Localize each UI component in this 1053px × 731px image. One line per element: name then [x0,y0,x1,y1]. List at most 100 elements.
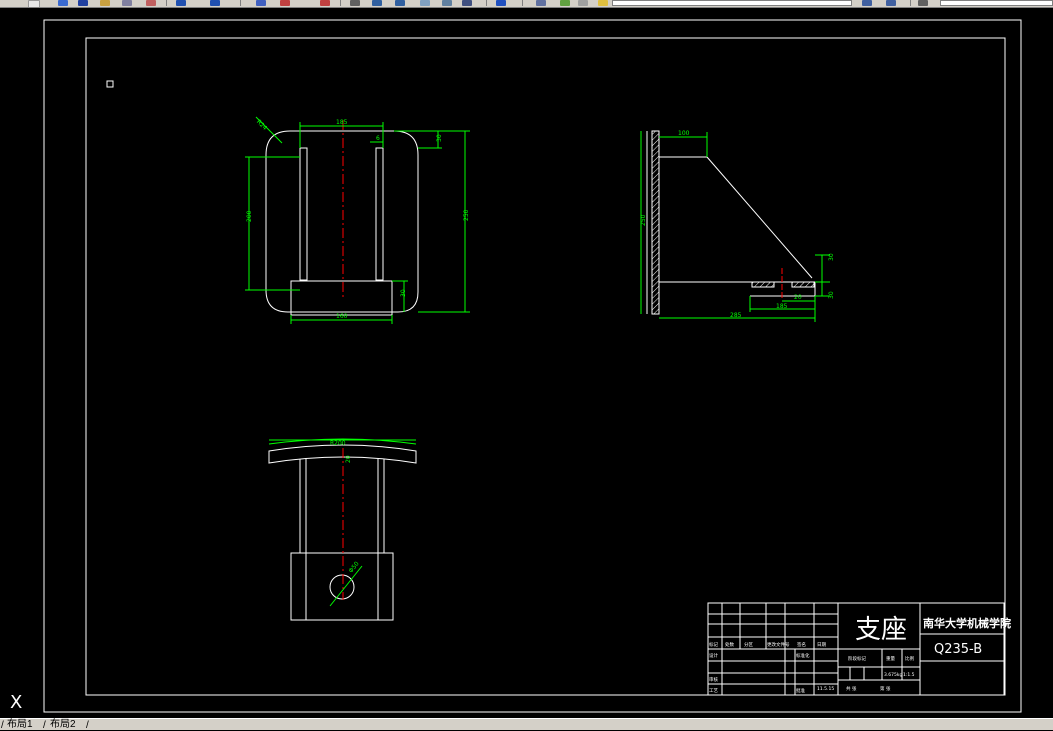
front-outer-outline [265,130,419,313]
label-gengai: 更改文件号 [767,641,790,648]
label-gong: 共 张 [846,685,857,692]
label-zhongliang: 重量 [886,655,895,662]
toolbar-separator [486,0,487,6]
label-bili: 比例 [905,655,914,662]
zoom-window-icon[interactable] [320,0,330,6]
toolbar-separator [522,0,523,6]
label-riqi: 日期 [817,642,826,648]
top-bolt-hole [329,574,355,600]
side-view[interactable]: 100 250 30 20 30 185 285 [640,130,835,322]
top-hole-dim-line [329,565,363,607]
label-jieduan: 阶段标记 [848,655,866,662]
toolbar-separator [910,0,911,6]
save-icon[interactable] [78,0,88,6]
value-scale: 1:1.5 [903,672,915,678]
toolbar [0,0,1053,8]
ucs-axis-label: X [10,692,22,713]
new-icon[interactable] [28,0,40,7]
front-left-rib [299,147,308,281]
dim-side-top-width: 100 [678,130,690,137]
side-hatched-wall [651,130,660,315]
front-dimensions [245,116,470,324]
dim-front-inner-height: 200 [246,210,253,222]
label-fenqu: 分区 [744,641,753,648]
sheet-set-icon[interactable] [420,0,430,6]
front-view[interactable]: 185 R24 6 30 200 250 30 160 [245,116,470,324]
side-foot-hatch-right [791,281,815,288]
tab-separator: / [1,720,4,731]
toolbar-separator [240,0,241,6]
label-biaozhunhua: 标准化 [796,652,810,659]
copy-icon[interactable] [146,0,156,6]
drawing-frame [85,37,1006,696]
open-icon[interactable] [58,0,68,6]
help-icon[interactable] [496,0,506,6]
label-chushu: 处数 [725,641,734,648]
dim-front-top-edge: 30 [436,134,443,142]
label-pizhun: 批准 [796,687,805,694]
calculator-icon[interactable] [462,0,472,6]
front-base-plate [290,280,393,316]
dim-top-slot: 20 [345,455,352,463]
tab-layout2[interactable]: 布局2 [50,719,76,731]
toolbar-separator [340,0,341,6]
label-gongyi: 工艺 [709,688,718,694]
ucs-icon: X [10,692,22,713]
side-foot-hatch-left [751,281,775,288]
undo-icon[interactable] [176,0,186,6]
side-dimensions [640,131,830,322]
dim-front-width-top: 185 [336,119,348,126]
dim-front-total-height: 250 [463,209,470,221]
zoom-icon[interactable] [280,0,290,6]
match-properties-icon[interactable] [918,0,928,6]
layout-tab-bar: / 布局1 / 布局2 / [0,718,1053,731]
label-qianming: 签名 [797,641,806,648]
tab-separator: / [86,720,89,731]
tool-palette-icon[interactable] [395,0,405,6]
drawing-canvas[interactable]: 185 R24 6 30 200 250 30 160 100 250 30 2… [0,8,1053,718]
layer-isolate-icon[interactable] [886,0,896,6]
layer-color-icon[interactable] [598,0,608,6]
paper-border [43,19,1022,713]
dim-top-hole: Φ50 [348,560,361,574]
dim-top-arc-radius: R200 [330,440,346,447]
layer-icon[interactable] [536,0,546,6]
label-sheji: 设计 [709,652,718,659]
dim-front-slot: 6 [376,135,380,142]
dim-side-rib: 20 [794,294,802,301]
value-weight: 3.675kg [884,672,902,678]
dim-side-right-height: 30 [828,253,835,261]
tab-layout1[interactable]: 布局1 [7,719,33,731]
redo-icon[interactable] [210,0,220,6]
side-gusset-slope [706,156,813,279]
dim-side-foot-height: 30 [828,291,835,299]
material-name: Q235-B [934,642,982,657]
pan-icon[interactable] [256,0,266,6]
institution-name: 南华大学机械学院 [923,616,1011,630]
layer-dropdown[interactable] [612,0,852,6]
label-di: 第 张 [880,685,891,692]
color-dropdown[interactable] [940,0,1053,6]
properties-icon[interactable] [350,0,360,6]
print-icon[interactable] [100,0,110,6]
title-block-text: 支座 南华大学机械学院 Q235-B 标记 处数 分区 更改文件号 签名 日期 … [709,615,1011,694]
label-biaoji: 标记 [709,641,718,648]
layer-previous-icon[interactable] [862,0,872,6]
markup-icon[interactable] [442,0,452,6]
cursor-pickbox [106,80,114,88]
dim-front-radius: R24 [255,118,268,131]
toolbar-separator [166,0,167,6]
dim-front-base-height: 30 [400,289,407,297]
part-name: 支座 [855,615,907,645]
tab-separator: / [43,720,46,731]
value-date: 11.5.15 [817,686,834,692]
design-center-icon[interactable] [372,0,382,6]
cut-icon[interactable] [122,0,132,6]
front-right-rib [375,147,384,281]
layer-state-icon[interactable] [560,0,570,6]
top-view[interactable]: R200 20 Φ50 [268,438,417,621]
label-shenhe: 审核 [709,676,718,683]
dim-front-base-width: 160 [336,313,348,320]
layer-freeze-icon[interactable] [578,0,588,6]
dim-side-total-width: 285 [730,312,742,319]
